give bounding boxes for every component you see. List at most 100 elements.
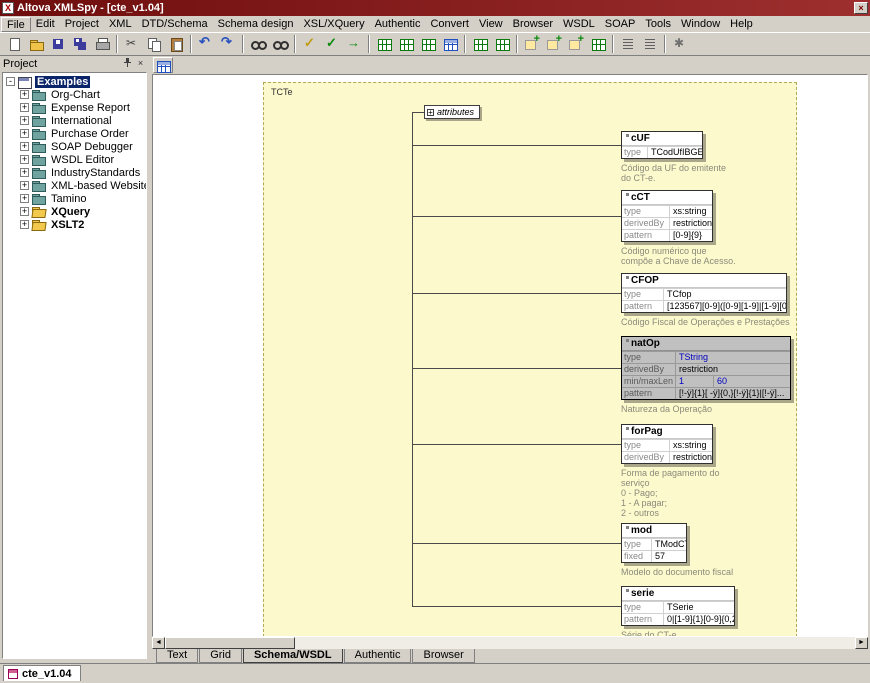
grid-insert-row-button[interactable] [373, 34, 395, 54]
menu-item-edit[interactable]: Edit [31, 17, 60, 32]
tree-item-label[interactable]: Examples [35, 76, 90, 88]
schema-add-element-button[interactable] [521, 34, 543, 54]
tree-item-xquery[interactable]: + XQuery [3, 205, 146, 218]
grid-insert-column-button[interactable] [395, 34, 417, 54]
tree-item-label[interactable]: International [49, 115, 114, 127]
tree-item-label[interactable]: Org-Chart [49, 89, 102, 101]
scroll-right-icon[interactable]: ► [855, 637, 868, 649]
word-wrap-button[interactable] [639, 34, 661, 54]
attributes-expander[interactable]: + attributes [424, 105, 480, 119]
menu-item-browser[interactable]: Browser [508, 17, 558, 32]
pin-icon[interactable] [121, 58, 134, 70]
scroll-left-icon[interactable]: ◄ [152, 637, 165, 649]
menu-item-file[interactable]: File [1, 17, 31, 32]
menu-item-dtd-schema[interactable]: DTD/Schema [137, 17, 213, 32]
tree-item-soap-debugger[interactable]: + SOAP Debugger [3, 140, 146, 153]
new-document-button[interactable] [3, 34, 25, 54]
expand-icon[interactable]: + [20, 194, 29, 203]
menu-item-window[interactable]: Window [676, 17, 725, 32]
collapse-icon[interactable]: - [6, 77, 15, 86]
xsl-transform-button[interactable] [343, 34, 365, 54]
print-button[interactable] [91, 34, 113, 54]
tree-item-examples[interactable]: - Examples [3, 75, 146, 88]
undo-button[interactable] [195, 34, 217, 54]
tree-item-label[interactable]: SOAP Debugger [49, 141, 135, 153]
tree-item-label[interactable]: XSLT2 [49, 219, 86, 231]
scrollbar-thumb[interactable] [165, 637, 295, 649]
schema-add-attribute-button[interactable] [543, 34, 565, 54]
schema-settings-button[interactable] [587, 34, 609, 54]
expand-icon[interactable]: + [20, 142, 29, 151]
element-box-cfop[interactable]: CFOPtypeTCfoppattern[123567][0-9]([0-9][… [621, 273, 787, 313]
pretty-print-button[interactable] [617, 34, 639, 54]
view-tab-schema-wsdl[interactable]: Schema/WSDL [243, 649, 343, 663]
menu-item-project[interactable]: Project [60, 17, 104, 32]
tree-item-label[interactable]: Tamino [49, 193, 88, 205]
tree-item-label[interactable]: Purchase Order [49, 128, 131, 140]
tree-item-purchase-order[interactable]: + Purchase Order [3, 127, 146, 140]
cut-button[interactable] [121, 34, 143, 54]
grid-delete-row-button[interactable] [417, 34, 439, 54]
close-panel-icon[interactable]: × [134, 58, 147, 70]
open-file-button[interactable] [25, 34, 47, 54]
expand-icon[interactable]: + [20, 90, 29, 99]
document-tab-cte-v1-04[interactable]: cte_v1.04 [3, 665, 81, 681]
save-all-button[interactable] [69, 34, 91, 54]
expand-icon[interactable]: + [20, 207, 29, 216]
save-button[interactable] [47, 34, 69, 54]
element-box-forpag[interactable]: forPagtypexs:stringderivedByrestriction [621, 424, 713, 464]
view-tab-text[interactable]: Text [156, 649, 198, 663]
menu-item-schema-design[interactable]: Schema design [213, 17, 299, 32]
options-button[interactable] [669, 34, 691, 54]
grid-collapse-button[interactable] [491, 34, 513, 54]
tree-item-label[interactable]: WSDL Editor [49, 154, 116, 166]
view-tab-browser[interactable]: Browser [412, 649, 474, 663]
view-tab-grid[interactable]: Grid [199, 649, 242, 663]
tree-item-label[interactable]: XQuery [49, 206, 92, 218]
find-button[interactable] [247, 34, 269, 54]
element-box-natop[interactable]: natOptypeTStringderivedByrestrictionmin/… [621, 336, 791, 400]
grid-expand-button[interactable] [469, 34, 491, 54]
expand-icon[interactable]: + [20, 116, 29, 125]
find-next-button[interactable] [269, 34, 291, 54]
tree-item-international[interactable]: + International [3, 114, 146, 127]
menu-item-authentic[interactable]: Authentic [370, 17, 426, 32]
menu-item-convert[interactable]: Convert [425, 17, 474, 32]
element-box-cuf[interactable]: cUFtypeTCodUfIBGE [621, 131, 703, 159]
tree-item-tamino[interactable]: + Tamino [3, 192, 146, 205]
expand-icon[interactable]: + [20, 168, 29, 177]
tree-item-label[interactable]: Expense Report [49, 102, 132, 114]
expand-icon[interactable]: + [20, 155, 29, 164]
expand-icon[interactable]: + [20, 103, 29, 112]
tree-item-xml-based-website[interactable]: + XML-based Website [3, 179, 146, 192]
expand-icon[interactable]: + [20, 129, 29, 138]
expand-icon[interactable]: + [20, 181, 29, 190]
close-button[interactable]: × [854, 2, 868, 14]
menu-item-view[interactable]: View [474, 17, 508, 32]
check-wellformed-button[interactable] [299, 34, 321, 54]
tree-item-wsdl-editor[interactable]: + WSDL Editor [3, 153, 146, 166]
tree-item-xslt2[interactable]: + XSLT2 [3, 218, 146, 231]
plus-icon[interactable]: + [427, 109, 434, 116]
element-box-mod[interactable]: modtypeTModCTfixed57 [621, 523, 687, 563]
tree-item-org-chart[interactable]: + Org-Chart [3, 88, 146, 101]
menu-item-tools[interactable]: Tools [640, 17, 676, 32]
paste-button[interactable] [165, 34, 187, 54]
menu-item-xml[interactable]: XML [104, 17, 137, 32]
copy-button[interactable] [143, 34, 165, 54]
expand-icon[interactable]: + [20, 220, 29, 229]
menu-item-help[interactable]: Help [725, 17, 758, 32]
menu-item-xsl-xquery[interactable]: XSL/XQuery [298, 17, 369, 32]
tree-item-label[interactable]: XML-based Website [49, 180, 147, 192]
element-box-cct[interactable]: cCTtypexs:stringderivedByrestrictionpatt… [621, 190, 713, 242]
table-view-button[interactable] [439, 34, 461, 54]
tree-item-expense-report[interactable]: + Expense Report [3, 101, 146, 114]
element-box-serie[interactable]: serietypeTSeriepattern0|[1-9]{1}[0-9]{0,… [621, 586, 735, 626]
menu-item-soap[interactable]: SOAP [600, 17, 641, 32]
view-tab-authentic[interactable]: Authentic [344, 649, 412, 663]
redo-button[interactable] [217, 34, 239, 54]
validate-button[interactable] [321, 34, 343, 54]
schema-display-button[interactable] [153, 57, 173, 73]
tree-item-label[interactable]: IndustryStandards [49, 167, 142, 179]
tree-item-industrystandards[interactable]: + IndustryStandards [3, 166, 146, 179]
